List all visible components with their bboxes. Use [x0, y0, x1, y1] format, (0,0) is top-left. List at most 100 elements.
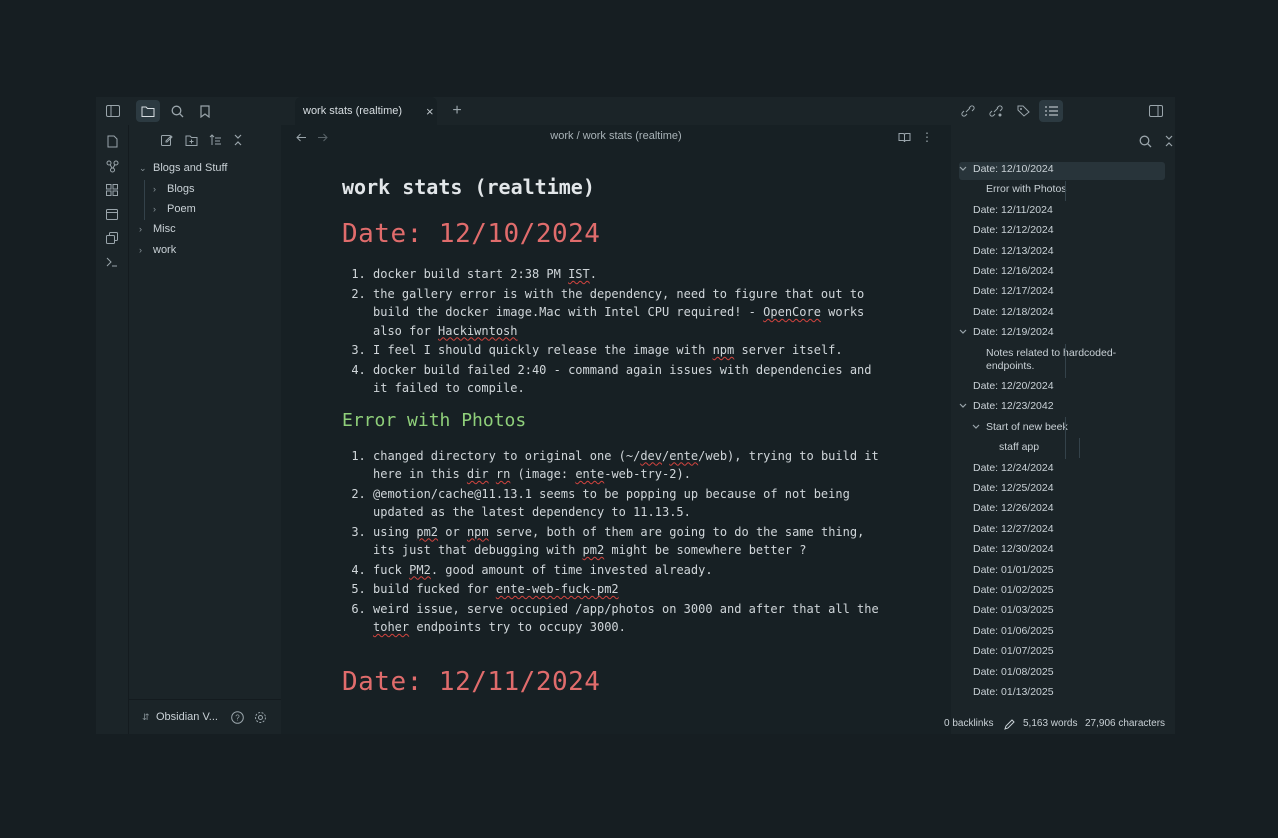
outline-item-label: Date: 12/23/2042	[973, 400, 1054, 413]
more-options-icon[interactable]: ⋮	[919, 130, 935, 144]
outline-item-label: Start of new beek	[986, 420, 1068, 433]
outline-item-label: Date: 12/27/2024	[973, 522, 1054, 535]
link-icon[interactable]	[959, 103, 977, 119]
outline-item[interactable]: Date: 12/11/2024	[973, 204, 1053, 216]
outline-item[interactable]: Date: 12/10/2024	[959, 163, 1054, 175]
tree-folder-work[interactable]: › work	[139, 244, 176, 256]
outline-item[interactable]: Date: 12/27/2024	[973, 523, 1054, 535]
bookmark-icon[interactable]	[196, 103, 214, 119]
blocks-icon[interactable]	[103, 182, 121, 198]
outline-item[interactable]: Date: 12/30/2024	[973, 543, 1054, 555]
outline-item-label: Date: 12/26/2024	[973, 502, 1054, 515]
chevron-down-icon[interactable]	[959, 326, 967, 338]
outline-item-label: Date: 12/13/2024	[973, 244, 1054, 257]
outline-item[interactable]: Date: 12/20/2024	[973, 380, 1054, 392]
tree-folder-misc[interactable]: › Misc	[139, 223, 176, 235]
outline-item[interactable]: Date: 01/01/2025	[973, 564, 1054, 576]
tree-folder-poem[interactable]: › Poem	[153, 203, 196, 215]
breadcrumb: work / work stats (realtime)	[281, 130, 951, 142]
note-content[interactable]: work stats (realtime) Date: 12/10/2024 d…	[342, 175, 882, 713]
close-icon[interactable]: ×	[426, 104, 434, 119]
list-date-12-10: docker build start 2:38 PM IST. the gall…	[342, 265, 882, 398]
breadcrumb-note[interactable]: work stats (realtime)	[583, 130, 682, 142]
outline-item[interactable]: Date: 12/18/2024	[973, 306, 1054, 318]
sort-icon[interactable]	[207, 133, 223, 147]
chevron-down-icon[interactable]	[959, 163, 967, 175]
outline-item[interactable]: Date: 01/03/2025	[973, 604, 1054, 616]
outline-item[interactable]: Date: 01/06/2025	[973, 625, 1054, 637]
terminal-icon[interactable]	[103, 254, 121, 270]
collapse-all-icon[interactable]	[230, 133, 246, 147]
tab-work-stats[interactable]: work stats (realtime) ×	[295, 97, 437, 125]
new-note-icon[interactable]	[159, 133, 175, 147]
copy-icon[interactable]	[103, 230, 121, 246]
note-title[interactable]: work stats (realtime)	[342, 175, 882, 199]
outline-item-label: Date: 12/17/2024	[973, 285, 1054, 298]
right-sidebar-icon[interactable]	[1147, 103, 1165, 119]
breadcrumb-separator: /	[576, 130, 580, 142]
left-toolbar	[96, 97, 296, 125]
outline-item[interactable]: Date: 12/12/2024	[973, 224, 1054, 236]
outline-indent-guide	[1065, 181, 1066, 201]
settings-icon[interactable]	[252, 709, 268, 725]
outline-item[interactable]: Date: 12/19/2024	[959, 326, 1054, 338]
outline-item-label: Date: 01/13/2025	[973, 686, 1054, 698]
tree-folder-blogs[interactable]: › Blogs	[153, 183, 195, 195]
sidebar-toggle-icon[interactable]	[104, 103, 122, 119]
outline-indent-guide	[1079, 438, 1080, 458]
vault-switcher[interactable]: ⇵ Obsidian V...	[142, 711, 218, 723]
backlinks-count[interactable]: 0 backlinks	[944, 718, 993, 729]
collapse-all-icon[interactable]	[1162, 133, 1175, 149]
edit-mode-icon[interactable]	[1002, 717, 1016, 731]
reading-view-icon[interactable]	[896, 130, 912, 144]
outline-item[interactable]: Date: 12/23/2042	[959, 400, 1054, 413]
vault-name: Obsidian V...	[156, 711, 218, 723]
outline-item-label: Date: 12/30/2024	[973, 543, 1054, 556]
outline-item[interactable]: Date: 12/24/2024	[973, 462, 1054, 474]
list-item: fuck PM2. good amount of time invested a…	[373, 561, 882, 580]
outline-item[interactable]: Notes related to hardcoded-endpoints.	[986, 347, 1136, 373]
link-out-icon[interactable]	[987, 103, 1005, 119]
folder-icon[interactable]	[136, 100, 160, 122]
outline-item[interactable]: staff app	[999, 441, 1039, 453]
outline-item[interactable]: Start of new beek	[972, 420, 1068, 433]
outline-item[interactable]: Date: 01/08/2025	[973, 666, 1054, 678]
search-icon[interactable]	[168, 103, 186, 119]
chevron-down-icon[interactable]	[959, 400, 967, 412]
outline-item[interactable]: Error with Photos	[986, 183, 1067, 195]
outline-item[interactable]: Date: 01/13/2025	[973, 686, 1054, 698]
list-item: using pm2 or npm serve, both of them are…	[373, 523, 882, 560]
list-item: the gallery error is with the dependency…	[373, 285, 882, 341]
graph-icon[interactable]	[103, 158, 121, 174]
outline-item-label: staff app	[999, 441, 1040, 454]
outline-item[interactable]: Date: 12/25/2024	[973, 482, 1054, 494]
breadcrumb-folder[interactable]: work	[550, 130, 573, 142]
outline-item-label: Date: 01/01/2025	[973, 563, 1054, 576]
outline-item-label: Error with Photos	[986, 183, 1067, 196]
outline-item[interactable]: Date: 12/17/2024	[973, 285, 1054, 297]
list-icon[interactable]	[1039, 100, 1063, 122]
outline-item[interactable]: Date: 12/13/2024	[973, 245, 1054, 257]
chevron-down-icon[interactable]	[972, 421, 980, 433]
word-count: 5,163 words	[1023, 718, 1078, 729]
new-tab-icon[interactable]: +	[449, 103, 465, 119]
tree-folder-label: Blogs and Stuff	[153, 162, 228, 174]
files-icon[interactable]	[103, 133, 121, 149]
outline-item-label: Date: 12/25/2024	[973, 482, 1054, 494]
app-window: ⌄ Blogs and Stuff › Blogs › Poem › Misc › wor…	[96, 97, 1175, 734]
outline-item[interactable]: Date: 01/02/2025	[973, 584, 1054, 596]
tree-indent-guide	[144, 180, 145, 220]
character-count: 27,906 characters	[1085, 718, 1166, 729]
tree-folder-blogs-and-stuff[interactable]: ⌄ Blogs and Stuff	[139, 162, 227, 174]
help-icon[interactable]: ?	[229, 709, 245, 725]
svg-text:?: ?	[235, 713, 240, 722]
list-item: build fucked for ente-web-fuck-pm2	[373, 580, 882, 599]
calendar-icon[interactable]	[103, 206, 121, 222]
tag-icon[interactable]	[1015, 103, 1033, 119]
new-folder-icon[interactable]	[183, 133, 199, 147]
outline-item[interactable]: Date: 12/16/2024	[973, 265, 1054, 277]
outline-item[interactable]: Date: 12/26/2024	[973, 502, 1054, 514]
outline-item[interactable]: Date: 01/07/2025	[973, 645, 1054, 657]
outline-search-icon-visible[interactable]	[1137, 133, 1153, 149]
outline-item-label: Date: 12/10/2024	[973, 163, 1054, 175]
